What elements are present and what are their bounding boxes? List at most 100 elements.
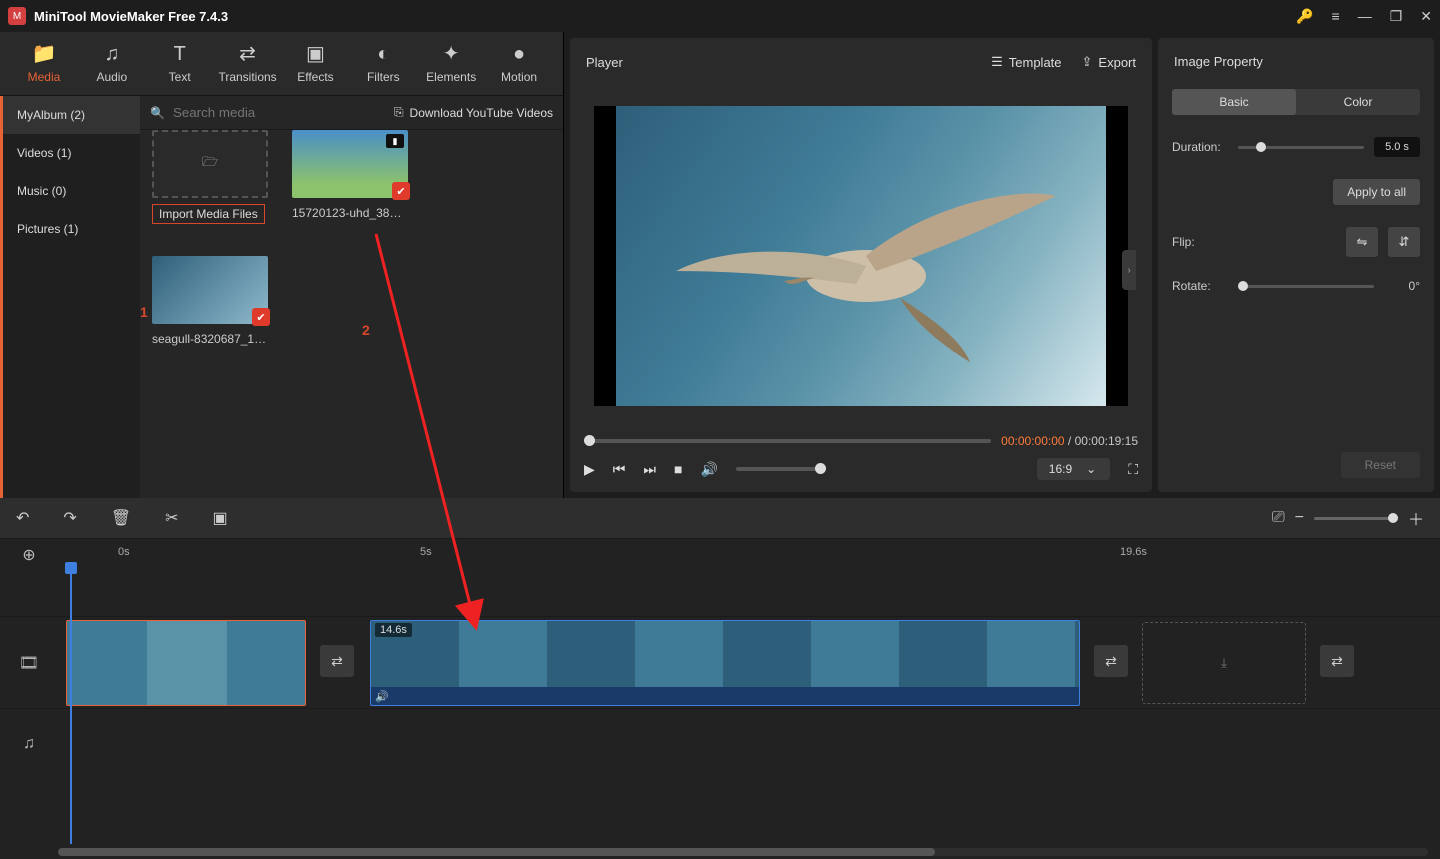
audio-track-row: ♫ — [0, 708, 1440, 778]
preview-viewport — [594, 106, 1128, 406]
tab-text[interactable]: TText — [146, 43, 214, 84]
close-icon[interactable]: ✕ — [1420, 8, 1432, 25]
duration-slider[interactable] — [1238, 146, 1364, 149]
download-youtube-link[interactable]: ⎘Download YouTube Videos — [394, 105, 553, 120]
sidebar-item-pictures[interactable]: Pictures (1) — [3, 210, 140, 248]
stop-button[interactable]: ■ — [674, 461, 682, 477]
media-item-video[interactable]: ▮ ✔ 15720123-uhd_384… — [292, 130, 414, 224]
motion-icon: ● — [485, 43, 553, 65]
text-icon: T — [146, 43, 214, 65]
zoom-slider[interactable] — [1314, 517, 1398, 520]
playhead-line — [70, 574, 72, 844]
media-caption: 15720123-uhd_384… — [292, 206, 408, 220]
chevron-down-icon: ⌄ — [1086, 462, 1096, 476]
tab-effects[interactable]: ▣Effects — [282, 43, 350, 84]
clip-placeholder[interactable]: ⤓ — [1142, 622, 1306, 704]
timeline-scrollbar[interactable] — [58, 848, 1428, 856]
folder-open-icon: 🗁 — [202, 153, 218, 175]
flip-horizontal-button[interactable]: ⇋ — [1346, 227, 1378, 257]
effects-icon: ▣ — [282, 43, 350, 65]
duration-label: Duration: — [1172, 140, 1228, 154]
media-panel: 📁Media ♫Audio TText ⇄Transitions ▣Effect… — [0, 32, 564, 498]
properties-title: Image Property — [1172, 38, 1420, 89]
export-button[interactable]: ⇪Export — [1082, 54, 1136, 70]
annotation-2: 2 — [362, 322, 370, 338]
tab-basic[interactable]: Basic — [1172, 89, 1296, 115]
properties-tabs: Basic Color — [1172, 89, 1420, 115]
zoom-in-button[interactable]: ＋ — [1408, 506, 1424, 530]
sidebar-item-music[interactable]: Music (0) — [3, 172, 140, 210]
timeline-clip-2[interactable]: 14.6s 🔊 — [370, 620, 1080, 706]
properties-panel: Image Property Basic Color Duration: 5.0… — [1158, 38, 1434, 492]
progress-track[interactable] — [584, 439, 991, 443]
player-panel: Player ☰Template ⇪Export — [570, 38, 1152, 492]
search-input[interactable] — [173, 105, 323, 120]
import-media-cell[interactable]: 🗁 Import Media Files — [152, 130, 274, 224]
layers-icon: ☰ — [991, 54, 1003, 70]
tab-motion[interactable]: ●Motion — [485, 43, 553, 84]
crop-button[interactable]: ▣ — [213, 508, 228, 528]
play-button[interactable]: ▶ — [584, 461, 595, 478]
library-sidebar: MyAlbum (2) Videos (1) Music (0) Picture… — [0, 96, 140, 498]
expand-properties-handle[interactable]: › — [1122, 250, 1136, 290]
maximize-icon[interactable]: ❐ — [1390, 8, 1403, 25]
split-button[interactable]: ✂ — [165, 508, 178, 528]
timeline-ruler[interactable]: 0s 5s 19.6s — [116, 543, 1440, 567]
rotate-slider[interactable] — [1238, 285, 1374, 288]
sidebar-item-myalbum[interactable]: MyAlbum (2) — [3, 96, 140, 134]
folder-icon: 📁 — [10, 43, 78, 65]
progress-thumb[interactable] — [584, 435, 595, 446]
key-icon[interactable]: 🔑 — [1296, 8, 1313, 25]
add-track-button[interactable]: ⊕ — [0, 545, 58, 565]
tab-elements[interactable]: ✦Elements — [417, 43, 485, 84]
check-icon: ✔ — [252, 308, 270, 326]
auto-fit-icon[interactable]: ⎚ — [1272, 509, 1285, 527]
reset-button[interactable]: Reset — [1341, 452, 1420, 478]
top-tabs: 📁Media ♫Audio TText ⇄Transitions ▣Effect… — [0, 32, 563, 96]
duration-value[interactable]: 5.0 s — [1374, 137, 1420, 157]
search-icon: 🔍 — [150, 106, 165, 120]
transition-slot-2[interactable]: ⇄ — [1094, 645, 1128, 677]
timecode: 00:00:00:00 / 00:00:19:15 — [1001, 434, 1138, 448]
rotate-value: 0° — [1384, 279, 1420, 293]
next-frame-button[interactable]: ⏭ — [643, 461, 656, 478]
zoom-out-button[interactable]: − — [1295, 509, 1304, 527]
apply-to-all-button[interactable]: Apply to all — [1333, 179, 1420, 205]
video-track-row: 🎞 ⇄ 14.6s 🔊 ⇄ ⤓ ⇄ — [0, 616, 1440, 708]
flip-label: Flip: — [1172, 235, 1228, 249]
app-logo-icon: M — [8, 7, 26, 25]
menu-icon[interactable]: ≡ — [1332, 8, 1340, 24]
tab-audio[interactable]: ♫Audio — [78, 43, 146, 84]
redo-button[interactable]: ↷ — [63, 508, 76, 528]
transition-slot-3[interactable]: ⇄ — [1320, 645, 1354, 677]
media-item-image[interactable]: ✔ seagull-8320687_1… — [152, 256, 274, 346]
rotate-label: Rotate: — [1172, 279, 1228, 293]
check-icon: ✔ — [392, 182, 410, 200]
undo-button[interactable]: ↶ — [16, 508, 29, 528]
timeline: ↶ ↷ 🗑 ✂ ▣ ⎚ − ＋ ⊕ 0s 5s 19.6s 🎞 ⇄ 14.6s … — [0, 498, 1440, 859]
delete-button[interactable]: 🗑 — [111, 508, 131, 528]
volume-icon[interactable]: 🔊 — [700, 461, 717, 478]
aspect-ratio-select[interactable]: 16:9⌄ — [1037, 458, 1110, 480]
transition-slot-1[interactable]: ⇄ — [320, 645, 354, 677]
filters-icon: ◐ — [349, 43, 417, 65]
prev-frame-button[interactable]: ⏮ — [613, 461, 626, 478]
template-button[interactable]: ☰Template — [991, 54, 1061, 70]
media-caption: seagull-8320687_1… — [152, 332, 268, 346]
title-bar: M MiniTool MovieMaker Free 7.4.3 🔑 ≡ — ❐… — [0, 0, 1440, 32]
timeline-clip-1[interactable] — [66, 620, 306, 706]
transition-icon: ⇄ — [214, 43, 282, 65]
tab-color[interactable]: Color — [1296, 89, 1420, 115]
import-media-caption: Import Media Files — [152, 204, 265, 224]
tab-transitions[interactable]: ⇄Transitions — [214, 43, 282, 84]
sidebar-item-videos[interactable]: Videos (1) — [3, 134, 140, 172]
video-badge-icon: ▮ — [386, 134, 404, 148]
tab-filters[interactable]: ◐Filters — [349, 43, 417, 84]
tab-media[interactable]: 📁Media — [10, 43, 78, 84]
flip-vertical-button[interactable]: ⇵ — [1388, 227, 1420, 257]
fullscreen-button[interactable]: ⛶ — [1128, 461, 1138, 478]
playhead-handle[interactable] — [65, 562, 77, 574]
minimize-icon[interactable]: — — [1358, 8, 1372, 24]
volume-slider[interactable] — [736, 467, 826, 471]
player-label: Player — [586, 55, 623, 70]
